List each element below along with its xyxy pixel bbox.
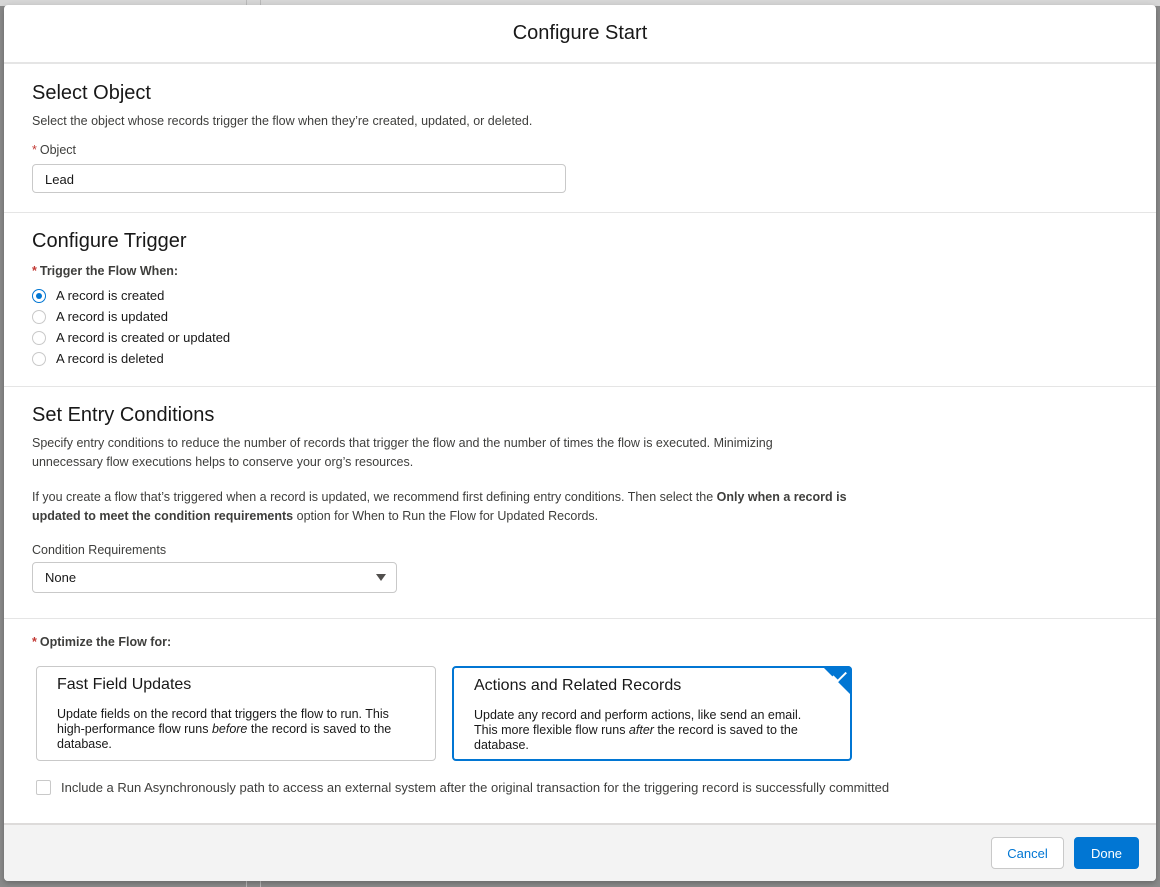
radio-button[interactable] (32, 309, 46, 324)
optimize-label-text: Optimize the Flow for: (39, 635, 172, 649)
optimize-label: * Optimize the Flow for: (32, 635, 171, 649)
trigger-field-label: * Trigger the Flow When: (32, 264, 178, 278)
object-input[interactable]: Lead (32, 164, 566, 193)
trigger-label-text: Trigger the Flow When: (39, 264, 179, 278)
radio-label: A record is deleted (56, 351, 164, 366)
object-label-text: Object (39, 143, 77, 157)
card-description: Update any record and perform actions, l… (474, 708, 819, 753)
run-async-checkbox[interactable] (36, 780, 51, 795)
radio-button[interactable] (32, 288, 46, 303)
recommendation-text-end: option for When to Run the Flow for Upda… (293, 509, 599, 523)
modal-header: Configure Start (4, 5, 1156, 64)
condition-requirements-value: None (45, 570, 77, 585)
required-marker: * (32, 264, 37, 278)
condition-requirements-label: Condition Requirements (32, 543, 167, 557)
card-desc-em: after (628, 723, 654, 737)
card-desc-em: before (211, 722, 248, 736)
entry-conditions-recommendation: If you create a flow that’s triggered wh… (32, 488, 862, 526)
condition-requirements-select[interactable]: None (32, 562, 397, 593)
configure-trigger-title: Configure Trigger (32, 230, 187, 252)
entry-conditions-title: Set Entry Conditions (32, 404, 215, 426)
cancel-button[interactable]: Cancel (991, 837, 1064, 869)
select-object-section: Select Object Select the object whose re… (4, 64, 1156, 213)
entry-conditions-section: Set Entry Conditions Specify entry condi… (4, 386, 1156, 619)
radio-record-deleted[interactable]: A record is deleted (32, 351, 164, 366)
select-object-help: Select the object whose records trigger … (32, 114, 533, 128)
card-title: Fast Field Updates (57, 676, 192, 693)
card-fast-field-updates[interactable]: Fast Field Updates Update fields on the … (36, 666, 436, 761)
object-field-label: * Object (32, 143, 76, 157)
card-title: Actions and Related Records (474, 677, 682, 694)
radio-button[interactable] (32, 351, 46, 366)
required-marker: * (32, 143, 37, 157)
done-button[interactable]: Done (1074, 837, 1139, 869)
card-actions-related-records[interactable]: Actions and Related Records Update any r… (452, 666, 852, 761)
recommendation-text: If you create a flow that’s triggered wh… (32, 490, 717, 504)
run-async-label: Include a Run Asynchronously path to acc… (61, 780, 890, 795)
select-object-title: Select Object (32, 82, 151, 104)
radio-label: A record is updated (56, 309, 169, 324)
radio-record-created-or-updated[interactable]: A record is created or updated (32, 330, 230, 345)
chevron-down-icon (376, 574, 386, 581)
radio-button[interactable] (32, 330, 46, 345)
modal-title: Configure Start (512, 22, 648, 44)
radio-record-updated[interactable]: A record is updated (32, 309, 168, 324)
modal-footer: Cancel Done (4, 823, 1156, 881)
radio-label: A record is created or updated (56, 330, 231, 345)
configure-trigger-section: Configure Trigger * Trigger the Flow When… (4, 212, 1156, 387)
entry-conditions-help: Specify entry conditions to reduce the n… (32, 436, 773, 469)
radio-record-created[interactable]: A record is created (32, 288, 164, 303)
radio-label: A record is created (56, 288, 165, 303)
configure-start-modal: Configure Start Select Object Select the… (4, 5, 1156, 881)
required-marker: * (32, 635, 37, 649)
card-description: Update fields on the record that trigger… (57, 707, 402, 752)
run-async-checkbox-row[interactable]: Include a Run Asynchronously path to acc… (36, 780, 889, 795)
